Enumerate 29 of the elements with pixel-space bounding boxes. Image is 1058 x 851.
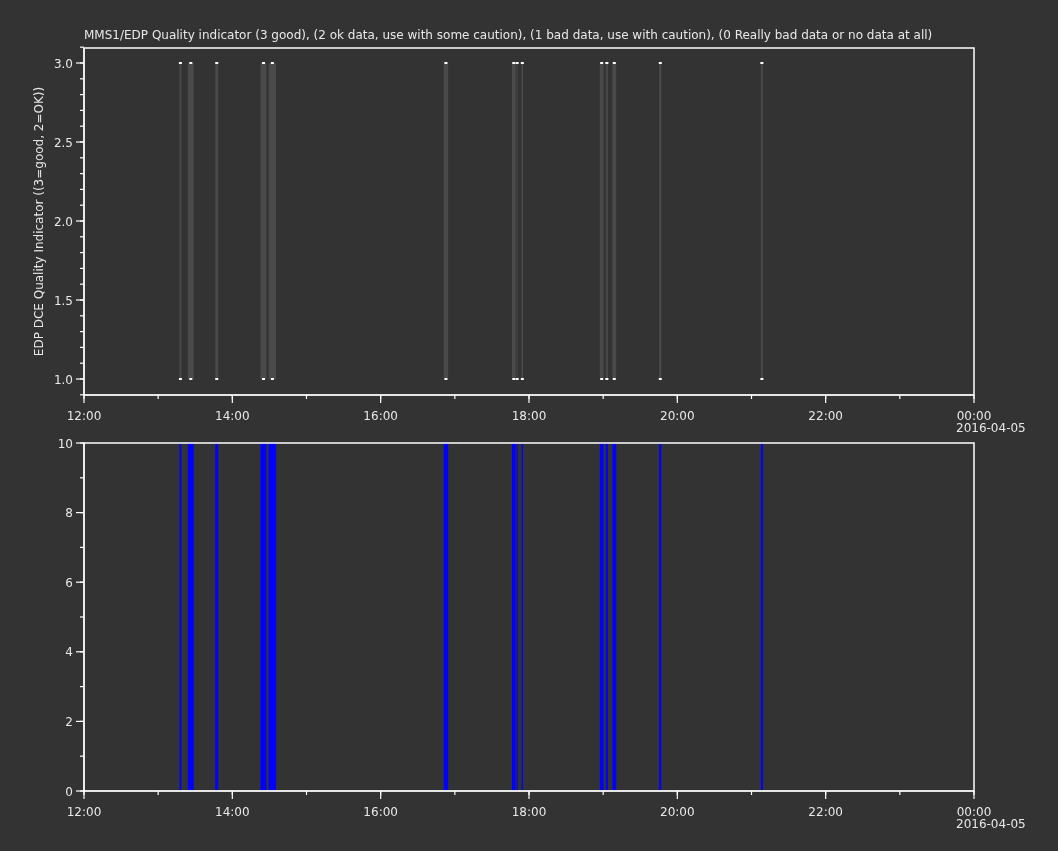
tick-label: 14:00: [215, 409, 250, 423]
tick-label: 4: [65, 645, 73, 660]
tick-label: 12:00: [66, 409, 102, 423]
tick-label: 20:00: [660, 805, 695, 819]
tick-label: 1.5: [53, 293, 73, 308]
tick-label: 16:00: [363, 805, 398, 819]
tick-label: 2.5: [53, 135, 73, 150]
tick-label: 00:00: [956, 409, 992, 423]
tick-label: 14:00: [215, 805, 250, 819]
tick-label: 20:00: [660, 409, 695, 423]
date-label: 2016-04-05: [956, 421, 1026, 435]
tick-label: 22:00: [808, 805, 843, 819]
tick-label: 00:00: [956, 805, 992, 819]
chart-title: MMS1/EDP Quality indicator (3 good), (2 ok data, use with some caution), (1 bad data, use with caution), (0 Really bad data or no data at all): [84, 28, 933, 42]
tick-label: 2.0: [53, 214, 73, 229]
tick-label: 18:00: [511, 409, 547, 423]
tick-label: 18:00: [511, 805, 547, 819]
tick-label: 22:00: [808, 409, 843, 423]
tick-label: 3.0: [53, 56, 73, 71]
tick-label: 12:00: [66, 805, 102, 819]
tick-label: 8: [65, 506, 73, 521]
tick-label: 1.0: [53, 372, 73, 387]
tick-label: 2: [65, 714, 73, 729]
tick-label: 0: [65, 784, 73, 799]
tick-label: 10: [57, 436, 73, 451]
tick-label: 6: [65, 575, 73, 590]
tick-label: 16:00: [363, 409, 398, 423]
date-label: 2016-04-05: [956, 817, 1026, 831]
axis-label: EDP DCE Quality Indicator ((3=good, 2=OK)): [32, 86, 46, 357]
